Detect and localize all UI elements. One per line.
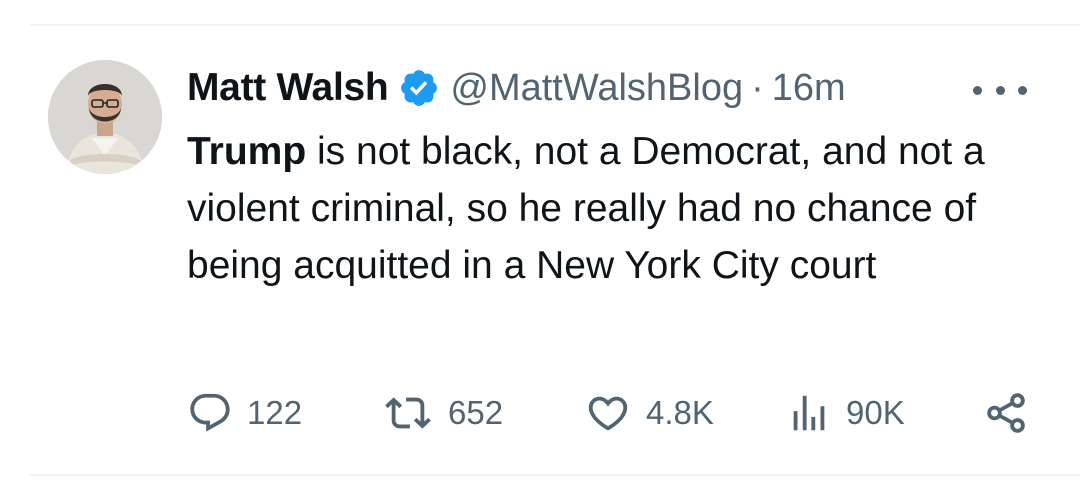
repost-count: 652 <box>448 394 504 431</box>
more-dot <box>973 85 982 95</box>
avatar[interactable] <box>48 60 162 174</box>
author-handle[interactable]: @MattWalshBlog <box>450 67 743 110</box>
repost-icon <box>385 397 431 429</box>
more-dot <box>1018 85 1027 95</box>
reply-count: 122 <box>247 394 303 431</box>
reply-button[interactable]: 122 <box>187 388 302 438</box>
top-divider <box>30 24 1080 26</box>
more-icon[interactable] <box>973 78 1027 102</box>
action-bar: 122 652 4.8K 90K <box>0 388 1080 438</box>
timestamp[interactable]: 16m <box>772 67 846 110</box>
bottom-divider <box>30 474 1080 476</box>
author-name[interactable]: Matt Walsh <box>187 66 389 110</box>
tweet-text: Trump is not black, not a Democrat, and … <box>187 123 1037 294</box>
tweet-body: is not black, not a Democrat, and not a … <box>187 130 985 287</box>
more-dot <box>995 85 1005 95</box>
share-button[interactable] <box>983 388 1029 438</box>
like-count: 4.8K <box>646 394 714 431</box>
views-icon <box>793 395 825 431</box>
tweet-header: Matt Walsh @MattWalshBlog · 16m <box>187 62 846 114</box>
like-icon <box>588 396 628 431</box>
like-button[interactable]: 4.8K <box>584 388 714 438</box>
share-icon <box>987 393 1025 433</box>
reply-icon <box>190 393 230 432</box>
verified-badge-icon <box>398 67 440 109</box>
views-count: 90K <box>846 394 905 431</box>
header-separator: · <box>751 66 764 109</box>
repost-button[interactable]: 652 <box>382 388 503 438</box>
views-button[interactable]: 90K <box>786 388 905 438</box>
tweet-bold-lead: Trump <box>187 130 307 173</box>
